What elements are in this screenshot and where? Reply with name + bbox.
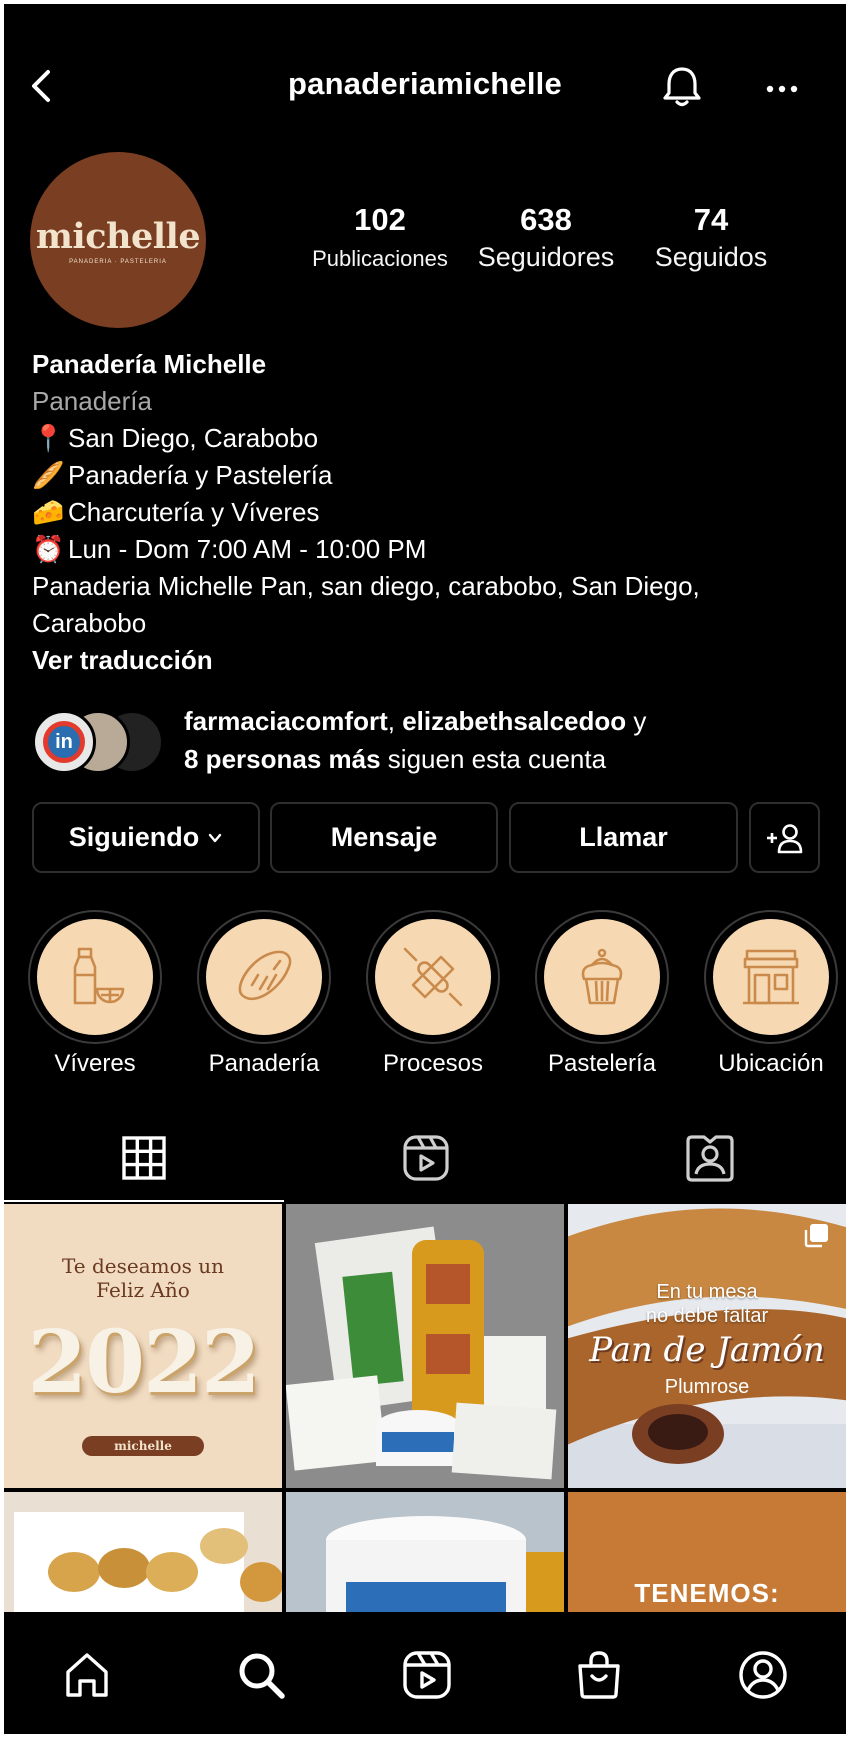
post-subtitle: Plumrose — [664, 1376, 750, 1398]
search-icon[interactable] — [234, 1648, 288, 1702]
cheese-icon: 🧀 — [32, 497, 65, 527]
top-bar: panaderiamichelle — [4, 4, 846, 164]
baguette-icon: 🥖 — [32, 460, 65, 490]
grid-icon[interactable] — [118, 1132, 170, 1184]
post-text: En tu mesa no debe faltar — [568, 1280, 846, 1328]
stat-followers-label: Seguidores — [477, 242, 615, 272]
post-thumbnail[interactable]: En tu mesa no debe faltar Pan de Jamón Pl… — [568, 1204, 846, 1488]
see-translation-link[interactable]: Ver traducción — [32, 642, 832, 679]
message-button[interactable]: Mensaje — [270, 802, 498, 873]
post-line: En tu mesa — [656, 1281, 758, 1303]
carousel-icon — [804, 1224, 828, 1248]
post-line: no debe faltar — [645, 1305, 769, 1327]
post-line: Feliz Año — [96, 1278, 190, 1302]
reels-icon[interactable] — [400, 1648, 454, 1702]
highlight-label: Pastelería — [547, 1050, 657, 1077]
highlight-label: Víveres — [54, 1050, 136, 1077]
stat-following-count: 74 — [693, 202, 729, 237]
stat-posts-count: 102 — [354, 202, 406, 237]
following-button[interactable]: Siguiendo — [32, 802, 260, 873]
followers-others-count[interactable]: 8 personas más — [184, 744, 381, 774]
cheese-products-photo — [286, 1204, 564, 1488]
profile-display-name: Panadería Michelle — [32, 349, 267, 379]
bread-icon — [238, 950, 292, 1001]
bio-line-deli: 🧀 Charcutería y Víveres — [32, 494, 832, 531]
profile-screen: panaderiamichelle michelle PANADERIA · P… — [4, 4, 846, 1734]
post-brand-badge: michelle — [82, 1436, 204, 1456]
bio-line-text: Lun - Dom 7:00 AM - 10:00 PM — [68, 534, 427, 564]
pin-icon: 📍 — [32, 423, 65, 453]
highlight-cover — [713, 919, 829, 1035]
bio-line-location: 📍 San Diego, Carabobo — [32, 420, 832, 457]
avatar-logo-text: michelle — [35, 215, 201, 257]
followed-by-and: y — [626, 706, 647, 736]
profile-avatar[interactable]: michelle PANADERIA · PASTELERIA — [30, 152, 206, 328]
post-thumbnail[interactable] — [286, 1204, 564, 1488]
profile-bio: Panadería Michelle Panadería 📍 San Diego,… — [32, 346, 832, 679]
bio-line-text: Charcutería y Víveres — [68, 497, 320, 527]
highlight-cover — [375, 919, 491, 1035]
post-thumbnail[interactable] — [286, 1492, 564, 1612]
followed-by-suffix: siguen esta cuenta — [380, 744, 607, 774]
milk-bottle-icon — [73, 947, 125, 1005]
chevron-down-icon — [209, 833, 222, 842]
post-thumbnail[interactable]: Te deseamos un Feliz Año 2022 michelle — [4, 1204, 282, 1488]
follower-name[interactable]: farmaciacomfort — [184, 706, 388, 736]
reels-icon[interactable] — [400, 1132, 452, 1184]
stat-following-label: Seguidos — [654, 242, 768, 272]
stat-posts[interactable]: 102 Publicaciones — [300, 202, 460, 272]
active-tab-indicator — [4, 1200, 284, 1202]
bio-address-line-1[interactable]: Panaderia Michelle Pan, san diego, carab… — [32, 568, 832, 605]
alarm-clock-icon: ⏰ — [32, 534, 65, 564]
post-banner-text: TENEMOS: — [634, 1578, 780, 1608]
bio-line-bakery: 🥖 Panadería y Pastelería — [32, 457, 832, 494]
follower-avatar: in — [32, 710, 96, 774]
post-line: Te deseamos un — [61, 1254, 225, 1278]
post-year-text: 2022 — [27, 1312, 260, 1413]
home-icon[interactable] — [60, 1648, 114, 1702]
following-button-label: Siguiendo — [68, 822, 200, 852]
bio-line-hours: ⏰ Lun - Dom 7:00 AM - 10:00 PM — [32, 531, 832, 568]
rolling-pin-icon — [403, 947, 463, 1007]
add-user-icon — [766, 823, 802, 853]
bell-icon[interactable] — [659, 64, 705, 110]
stat-posts-label: Publicaciones — [312, 246, 448, 271]
profile-icon[interactable] — [736, 1648, 790, 1702]
stat-followers[interactable]: 638 Seguidores — [466, 202, 626, 273]
call-button[interactable]: Llamar — [509, 802, 738, 873]
more-options-icon[interactable] — [762, 74, 802, 104]
highlight-cover — [206, 919, 322, 1035]
stat-following[interactable]: 74 Seguidos — [636, 202, 786, 273]
follower-avatar-logo: in — [43, 721, 85, 763]
post-thumbnail[interactable] — [4, 1492, 282, 1612]
bottom-navigation — [4, 1612, 846, 1734]
tagged-icon[interactable] — [684, 1132, 736, 1184]
follower-name[interactable]: elizabethsalcedoo — [402, 706, 626, 736]
post-script-title: Pan de Jamón — [589, 1330, 825, 1370]
avatar-tagline: PANADERIA · PASTELERIA — [69, 258, 167, 265]
storefront-icon — [743, 949, 799, 1005]
container-photo — [286, 1492, 564, 1612]
highlight-label: Ubicación — [718, 1050, 824, 1077]
followed-by-text: farmaciacomfort, elizabethsalcedoo y 8 p… — [184, 702, 646, 778]
highlight-cover — [37, 919, 153, 1035]
shop-icon[interactable] — [572, 1648, 626, 1702]
pastries-photo — [4, 1492, 282, 1612]
highlight-label: Panadería — [208, 1050, 320, 1077]
bio-line-text: Panadería y Pastelería — [68, 460, 333, 490]
highlight-label: Procesos — [382, 1050, 484, 1077]
followed-by-sep: , — [387, 706, 403, 736]
post-thumbnail[interactable]: TENEMOS: — [568, 1492, 846, 1612]
suggested-users-button[interactable] — [749, 802, 820, 873]
followed-by[interactable]: in farmaciacomfort, elizabethsalcedoo y … — [32, 702, 832, 782]
cupcake-icon — [581, 948, 623, 1005]
bio-address-line-2[interactable]: Carabobo — [32, 605, 832, 642]
bio-line-text: San Diego, Carabobo — [68, 423, 319, 453]
highlight-cover — [544, 919, 660, 1035]
post-text: Te deseamos un Feliz Año — [4, 1254, 282, 1302]
profile-username: panaderiamichelle — [288, 66, 562, 101]
stat-followers-count: 638 — [520, 202, 572, 237]
profile-category: Panadería — [32, 386, 152, 416]
